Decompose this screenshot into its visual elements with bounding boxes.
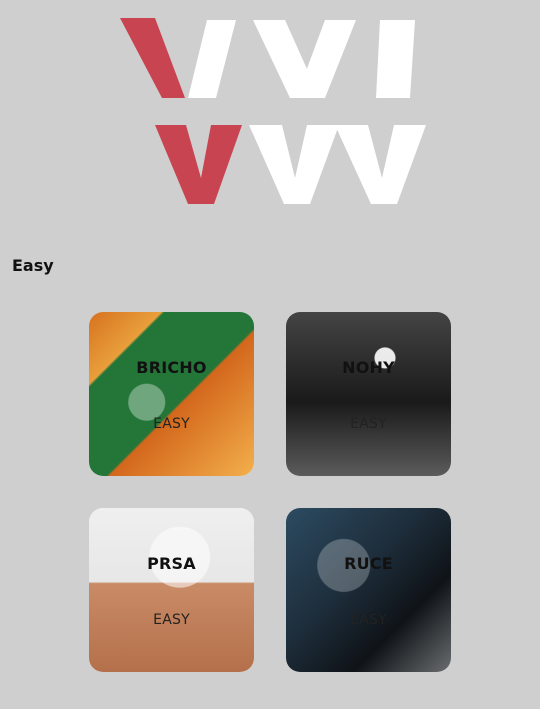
card-level: EASY	[153, 612, 190, 628]
card-title: RUCE	[344, 554, 393, 573]
workout-card-nohy[interactable]: NOHY EASY	[286, 312, 451, 476]
section-title: Easy	[12, 256, 54, 275]
logo-red-stroke-top	[120, 18, 185, 98]
card-level: EASY	[153, 416, 190, 432]
chest-muscles-photo	[89, 508, 254, 672]
workout-grid: BRICHO EASY NOHY EASY PRSA EASY RUCE EAS…	[89, 312, 451, 672]
beer-pack-photo	[89, 312, 254, 476]
arms-workout-photo	[286, 508, 451, 672]
card-title: NOHY	[342, 358, 395, 377]
workout-card-bricho[interactable]: BRICHO EASY	[89, 312, 254, 476]
logo-white-stroke-top-1	[188, 20, 236, 98]
logo-red-v-bottom	[155, 125, 242, 204]
card-title: BRICHO	[136, 358, 207, 377]
brand-logo	[120, 18, 426, 204]
card-level: EASY	[350, 416, 387, 432]
workout-card-prsa[interactable]: PRSA EASY	[89, 508, 254, 672]
card-level: EASY	[350, 612, 387, 628]
page: Easy BRICHO EASY NOHY EASY PRSA EASY RUC…	[0, 0, 540, 709]
legs-workout-photo	[286, 312, 451, 476]
logo-white-stroke-top-4	[376, 20, 415, 98]
logo-white-v-bottom-2	[335, 125, 426, 204]
card-title: PRSA	[147, 554, 196, 573]
workout-card-ruce[interactable]: RUCE EASY	[286, 508, 451, 672]
logo-white-v-bottom-1	[249, 125, 339, 204]
logo-white-stroke-top-3	[296, 20, 356, 98]
